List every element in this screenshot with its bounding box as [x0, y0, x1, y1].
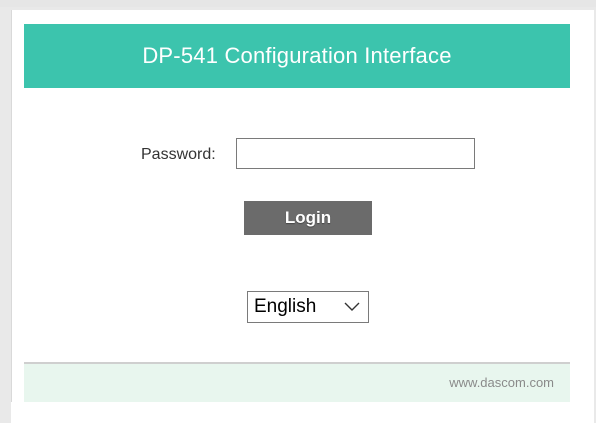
password-row: Password:: [24, 138, 570, 172]
login-form: Password: Login English: [24, 88, 570, 354]
language-select[interactable]: English: [247, 291, 369, 323]
page-title: DP-541 Configuration Interface: [142, 43, 452, 68]
footer-bar: www.dascom.com: [24, 364, 570, 402]
footer-website-link[interactable]: www.dascom.com: [449, 375, 554, 390]
password-label: Password:: [141, 146, 216, 163]
password-input[interactable]: [236, 138, 475, 169]
panel-bottom-margin: [11, 402, 594, 423]
login-button[interactable]: Login: [244, 201, 372, 235]
page-top-border: [0, 0, 596, 7]
language-select-value: English: [254, 296, 317, 317]
header-banner: DP-541 Configuration Interface: [24, 24, 570, 88]
chevron-down-icon: [344, 302, 360, 311]
